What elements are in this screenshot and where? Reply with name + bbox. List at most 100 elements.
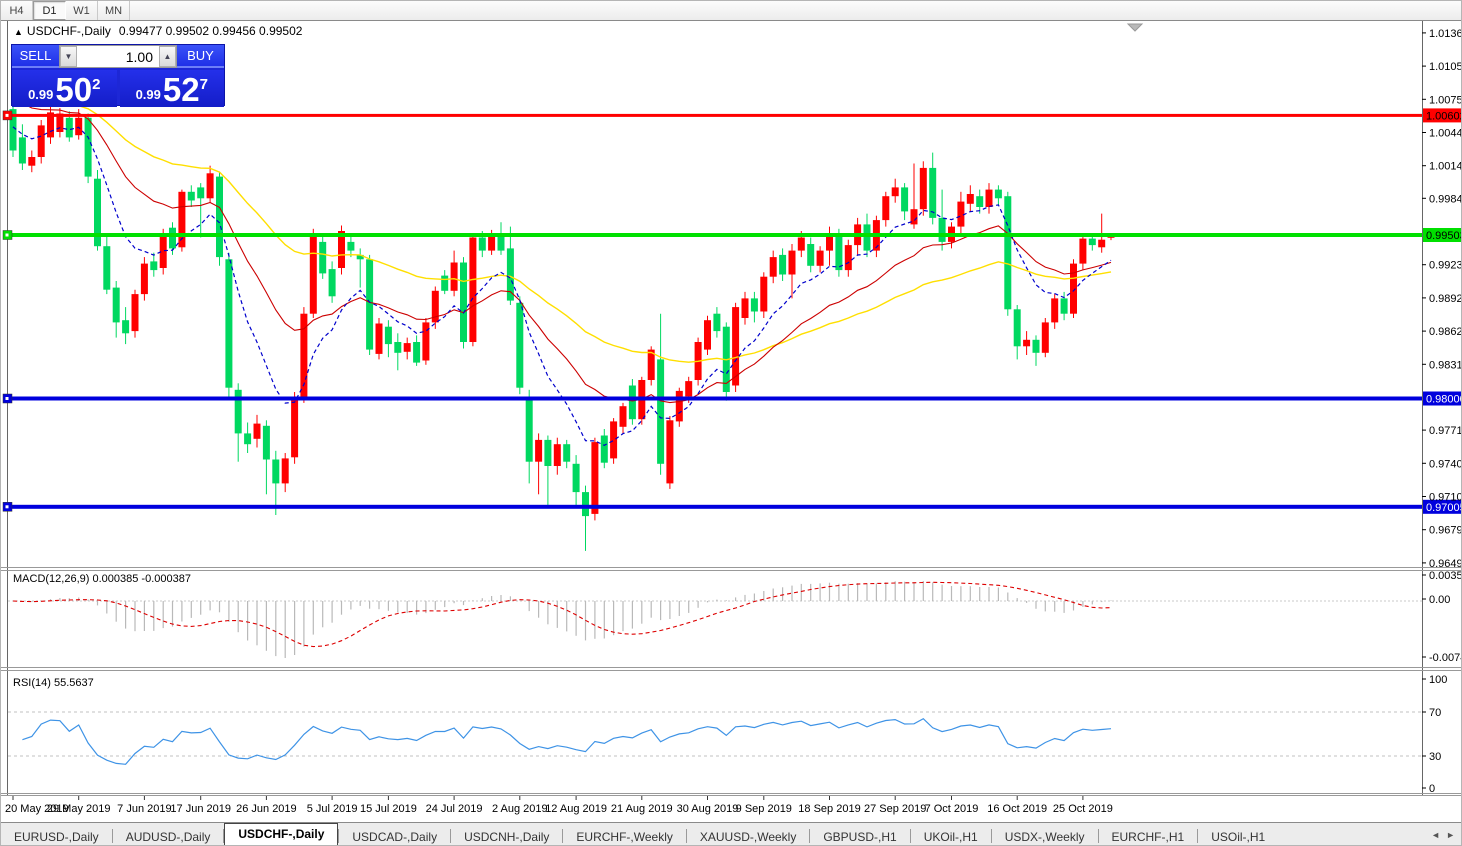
macd-scale-label: 0.00 [1429, 594, 1450, 606]
candle [460, 257, 467, 348]
candle-body [939, 218, 946, 242]
candle-body [554, 444, 561, 466]
candle-body [394, 342, 401, 353]
chart-tab-usdchf-daily[interactable]: USDCHF-,Daily [224, 823, 338, 846]
chart-tab-usdcad-daily[interactable]: USDCAD-,Daily [339, 827, 450, 846]
candle-body [366, 259, 373, 349]
candle-body [835, 235, 842, 270]
chart-tabs-scroll-right[interactable]: ► [1446, 830, 1455, 840]
rsi-scale-label: 70 [1429, 707, 1441, 719]
price-tick-label: 1.01360 [1429, 28, 1462, 40]
volume-increase-button[interactable]: ▲ [159, 46, 176, 67]
candle-body [967, 194, 974, 204]
candle [366, 255, 373, 355]
candle-body [535, 440, 542, 462]
candle [225, 253, 232, 399]
candle-body [666, 420, 673, 483]
candle-body [38, 125, 45, 157]
candle-body [103, 246, 110, 290]
candle-body [591, 442, 598, 514]
price-tick-label: 1.00750 [1429, 94, 1462, 106]
candle-body [441, 276, 448, 291]
date-label: 26 Jun 2019 [236, 803, 297, 815]
chart-tab-usoil-h1[interactable]: USOil-,H1 [1198, 827, 1278, 846]
macd-scale-label: 0.003574 [1429, 570, 1462, 582]
candle-body [1042, 322, 1049, 352]
candle-body [132, 294, 139, 331]
candle-body [225, 259, 232, 387]
collapse-triangle-icon[interactable]: ▲ [14, 27, 23, 37]
candle-body [188, 192, 195, 201]
sell-button[interactable]: SELL [12, 45, 59, 68]
candle-body [742, 298, 749, 318]
timeframe-button-h4[interactable]: H4 [1, 1, 33, 20]
buy-button[interactable]: BUY [177, 45, 224, 68]
price-tick-label: 1.01055 [1429, 61, 1462, 73]
candle-body [19, 137, 26, 163]
date-label: 24 Jul 2019 [426, 803, 483, 815]
price-chart[interactable]: 1.006020.995030.980000.970051.013601.010… [1, 1, 1462, 846]
date-label: 25 Oct 2019 [1053, 803, 1113, 815]
date-label: 17 Jun 2019 [170, 803, 231, 815]
hline-0.99503[interactable] [8, 233, 1422, 237]
candle-body [629, 386, 636, 420]
candle [94, 170, 101, 251]
hline-handle-dot [6, 114, 9, 117]
chart-tab-ukoil-h1[interactable]: UKOil-,H1 [911, 827, 991, 846]
chart-tab-gbpusd-h1[interactable]: GBPUSD-,H1 [810, 827, 909, 846]
candle-body [254, 424, 261, 439]
candle-body [1014, 309, 1021, 346]
volume-field[interactable]: 1.00 [77, 46, 159, 67]
timeframe-button-d1[interactable]: D1 [33, 1, 66, 20]
candle [310, 229, 317, 318]
candle-body [957, 202, 964, 227]
candle-body [892, 187, 899, 196]
candle-body [685, 381, 692, 396]
price-tick-label: 0.96490 [1429, 558, 1462, 570]
candle [516, 296, 523, 394]
candle-body [1051, 298, 1058, 322]
chart-tabs-scroll-left[interactable]: ◄ [1431, 830, 1440, 840]
candle-body [150, 261, 157, 270]
candle-body [404, 343, 411, 352]
sell-price-prefix: 0.99 [28, 87, 53, 102]
candle-body [1098, 240, 1105, 248]
candle [666, 416, 673, 489]
hline-0.97005[interactable] [8, 505, 1422, 509]
candle-body [789, 251, 796, 275]
macd-scale-label: -0.00749 [1429, 652, 1462, 664]
candle [760, 272, 767, 318]
candle-body [610, 421, 617, 458]
chart-tab-eurchf-weekly[interactable]: EURCHF-,Weekly [563, 827, 685, 846]
date-label: 16 Oct 2019 [987, 803, 1047, 815]
candle-body [601, 436, 608, 463]
chart-tab-audusd-daily[interactable]: AUDUSD-,Daily [113, 827, 224, 846]
hline-0.98000[interactable] [8, 397, 1422, 401]
price-tag-label: 0.97005 [1426, 502, 1462, 514]
sell-price-display[interactable]: 0.99502 [12, 70, 117, 107]
buy-price-display[interactable]: 0.99527 [120, 70, 225, 107]
timeframe-button-mn[interactable]: MN [98, 1, 130, 20]
hline-1.00602[interactable] [8, 114, 1422, 117]
date-label: 29 May 2019 [47, 803, 111, 815]
candle-body [28, 157, 35, 166]
candle-body [1079, 239, 1086, 264]
candle-body [1070, 264, 1077, 314]
candle-body [507, 248, 514, 300]
candle-body [488, 235, 495, 250]
date-label: 5 Jul 2019 [307, 803, 358, 815]
candle-body [498, 235, 505, 250]
volume-decrease-button[interactable]: ▼ [60, 46, 77, 67]
chart-tab-xauusd-weekly[interactable]: XAUUSD-,Weekly [687, 827, 809, 846]
chart-tab-usdcnh-daily[interactable]: USDCNH-,Daily [451, 827, 562, 846]
chart-symbol-label: USDCHF-,Daily [27, 24, 111, 38]
date-label: 30 Aug 2019 [677, 803, 739, 815]
chart-tab-usdx-weekly[interactable]: USDX-,Weekly [992, 827, 1098, 846]
tab-scroll-nav: ◄► [1431, 823, 1462, 846]
candle [178, 190, 185, 252]
price-tick-label: 0.99230 [1429, 260, 1462, 272]
chart-tab-eurusd-daily[interactable]: EURUSD-,Daily [1, 827, 112, 846]
price-tick-label: 0.97405 [1429, 458, 1462, 470]
timeframe-button-w1[interactable]: W1 [66, 1, 98, 20]
chart-tab-eurchf-h1[interactable]: EURCHF-,H1 [1099, 827, 1198, 846]
